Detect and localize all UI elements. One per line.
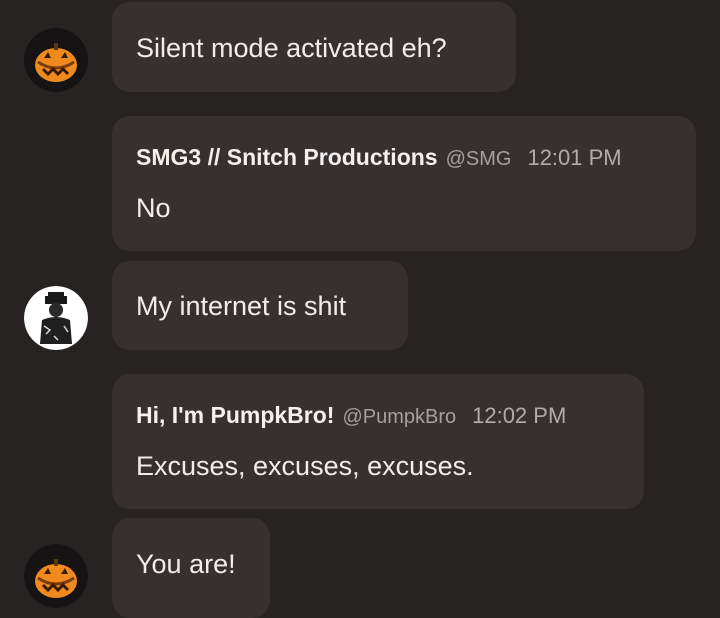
message-text: Excuses, excuses, excuses. [136, 451, 474, 481]
message-bubble: Silent mode activated eh? [112, 2, 516, 92]
hooded-figure-avatar[interactable] [24, 286, 88, 350]
message-text: My internet is shit [136, 291, 347, 321]
author-handle[interactable]: @PumpkBro [342, 406, 456, 429]
message-bubble: You are! [112, 518, 270, 618]
message-text: No [136, 193, 171, 223]
pumpkin-avatar[interactable] [24, 544, 88, 608]
message-text: You are! [136, 549, 236, 579]
message-header: Hi, I'm PumpkBro! @PumpkBro 12:02 PM [136, 402, 566, 429]
message-timestamp: 12:01 PM [527, 145, 622, 170]
author-name[interactable]: Hi, I'm PumpkBro! [136, 402, 334, 429]
message-header: SMG3 // Snitch Productions @SMG 12:01 PM [136, 144, 622, 171]
message-bubble: My internet is shit [112, 261, 408, 350]
message-timestamp: 12:02 PM [472, 403, 567, 428]
author-name[interactable]: SMG3 // Snitch Productions [136, 144, 438, 171]
message-bubble: Hi, I'm PumpkBro! @PumpkBro 12:02 PM Exc… [112, 374, 644, 509]
message-text: Silent mode activated eh? [136, 33, 447, 63]
message-bubble: SMG3 // Snitch Productions @SMG 12:01 PM… [112, 116, 696, 251]
author-handle[interactable]: @SMG [446, 148, 512, 171]
pumpkin-avatar[interactable] [24, 28, 88, 92]
